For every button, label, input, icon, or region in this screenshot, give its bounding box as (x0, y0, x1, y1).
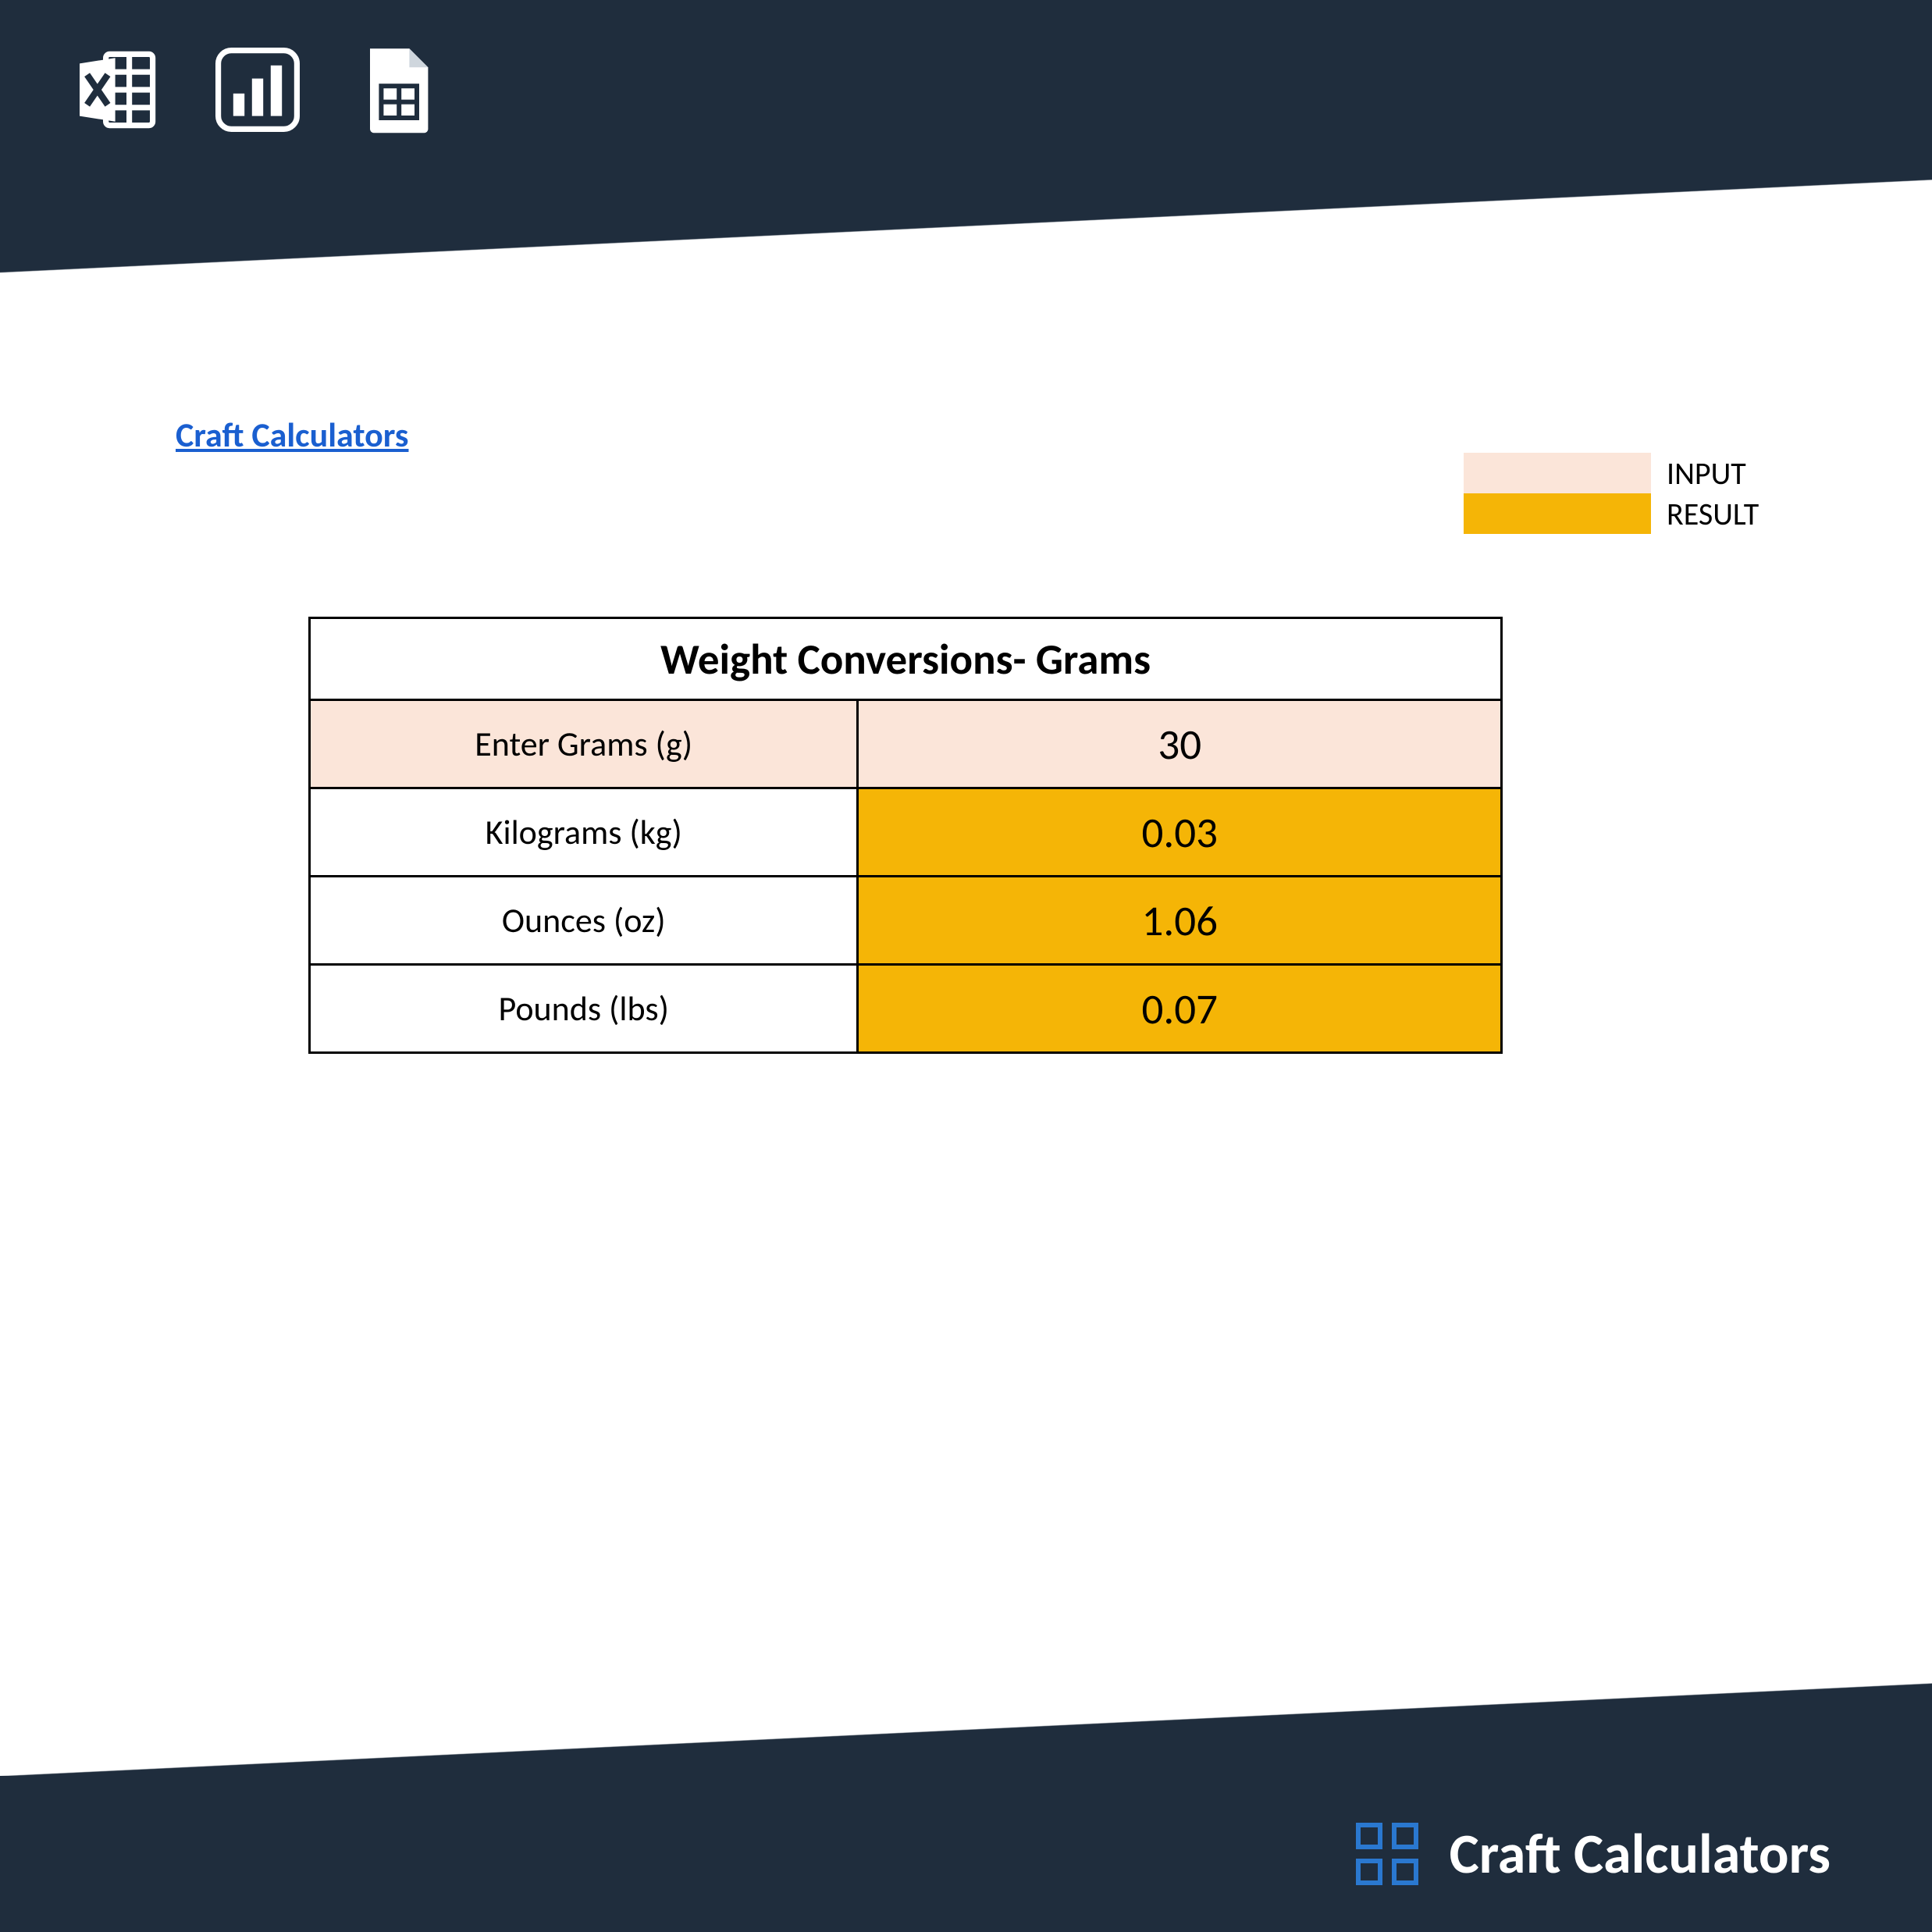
sheets-icon (351, 43, 445, 137)
legend-swatch-result (1464, 493, 1651, 534)
table-row: Kilograms (kg) 0.03 (310, 788, 1502, 877)
table-row: Ounces (oz) 1.06 (310, 877, 1502, 965)
row-label-ounces: Ounces (oz) (310, 877, 858, 965)
brand-squares-icon (1356, 1823, 1418, 1885)
row-label-grams: Enter Grams (g) (310, 700, 858, 788)
legend-row-input: INPUT (1464, 453, 1791, 493)
legend-label-input: INPUT (1651, 454, 1746, 493)
weight-conversion-table: Weight Conversions- Grams Enter Grams (g… (308, 617, 1503, 1054)
table-title: Weight Conversions- Grams (310, 618, 1502, 700)
result-pounds-cell: 0.07 (858, 965, 1502, 1053)
footer-brand-text: Craft Calculators (1450, 1820, 1831, 1888)
top-toolbar (0, 0, 1932, 180)
legend-swatch-input (1464, 453, 1651, 493)
table-row: Pounds (lbs) 0.07 (310, 965, 1502, 1053)
bottom-diagonal-divider (0, 1682, 1932, 1776)
result-kilograms-cell: 0.03 (858, 788, 1502, 877)
top-diagonal-divider (0, 180, 1932, 273)
brand-link[interactable]: Craft Calculators (176, 414, 408, 456)
legend-label-result: RESULT (1651, 495, 1759, 533)
row-label-kilograms: Kilograms (kg) (310, 788, 858, 877)
legend-row-result: RESULT (1464, 493, 1791, 534)
table-row: Enter Grams (g) 30 (310, 700, 1502, 788)
chart-icon (211, 43, 304, 137)
row-label-pounds: Pounds (lbs) (310, 965, 858, 1053)
result-ounces-cell: 1.06 (858, 877, 1502, 965)
footer-bar: Craft Calculators (0, 1776, 1932, 1932)
input-grams-cell[interactable]: 30 (858, 700, 1502, 788)
excel-icon (70, 43, 164, 137)
color-legend: INPUT RESULT (1464, 453, 1791, 534)
